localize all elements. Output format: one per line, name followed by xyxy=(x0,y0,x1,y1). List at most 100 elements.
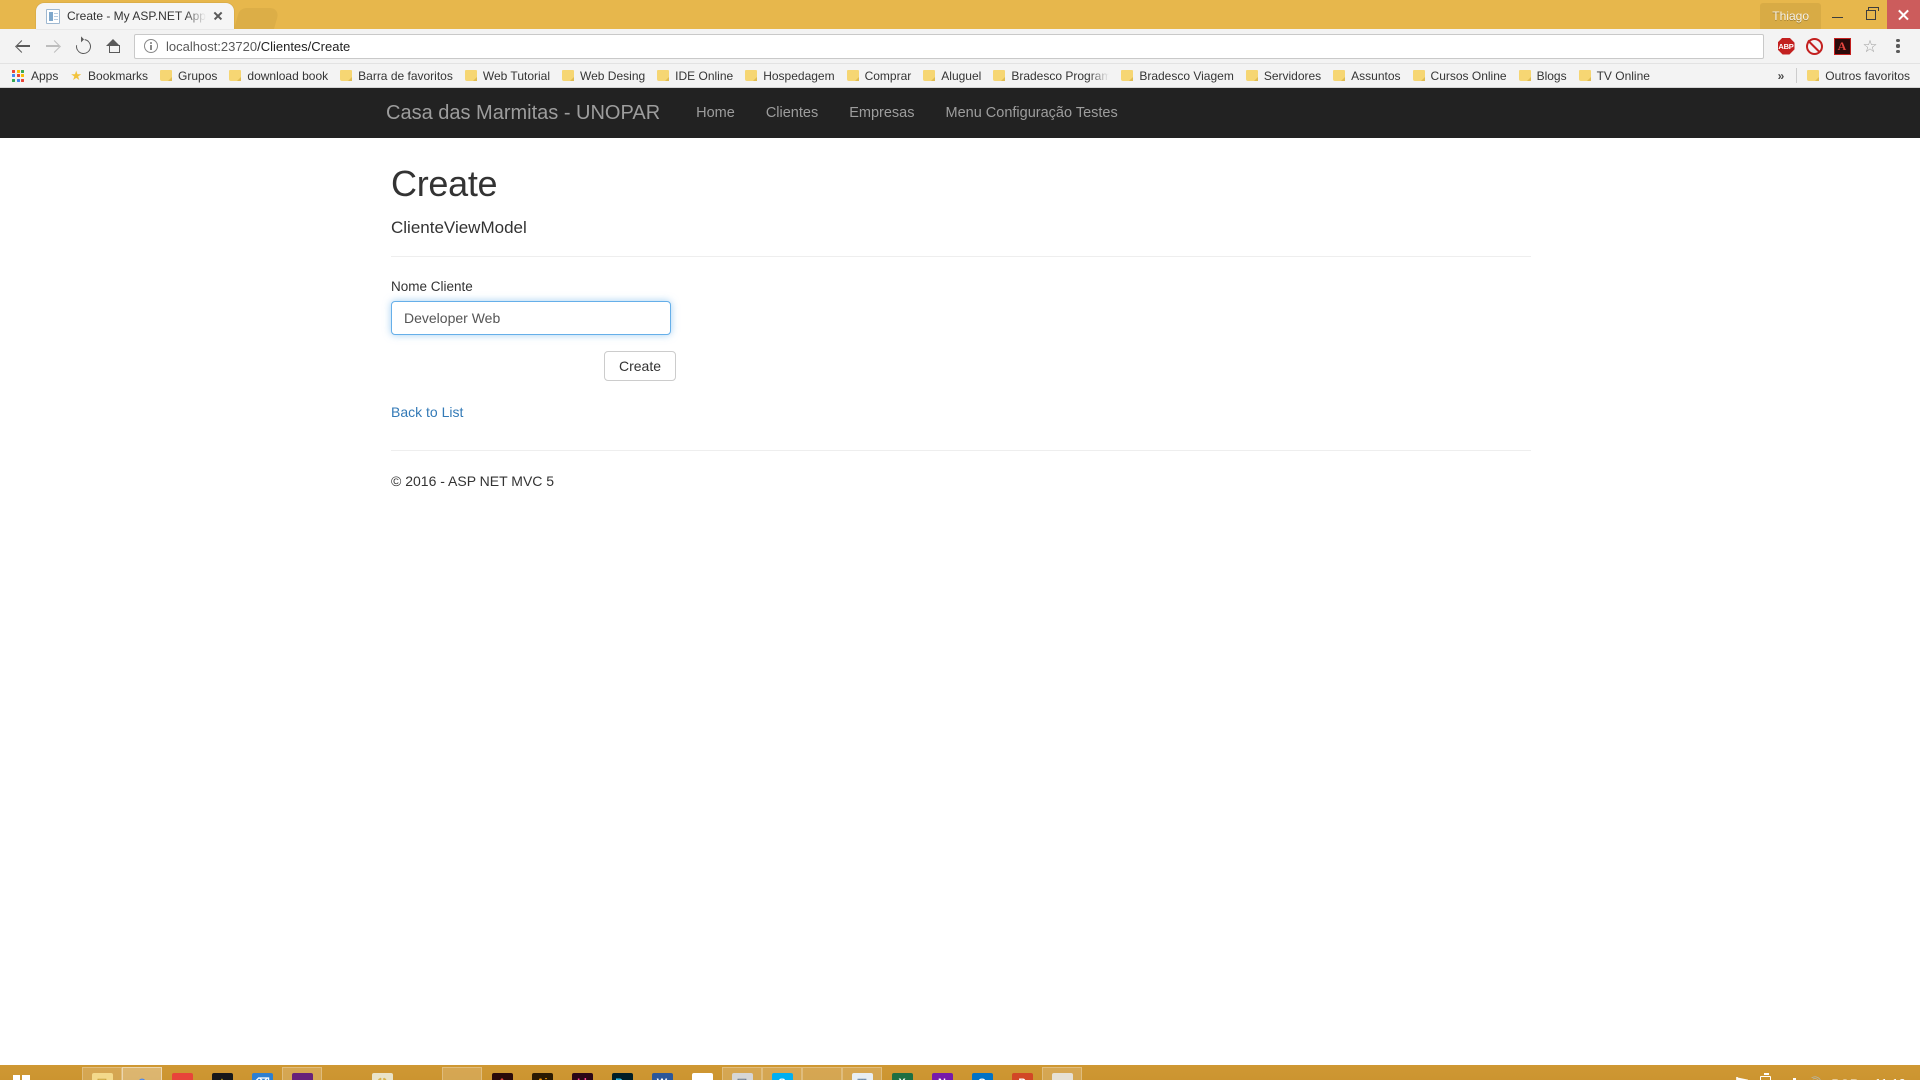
close-icon[interactable] xyxy=(210,8,226,24)
volume-icon[interactable]: 🔊 xyxy=(1805,1077,1822,1080)
folder-icon xyxy=(160,70,173,81)
network-flag-icon[interactable] xyxy=(1735,1076,1751,1080)
noscript-icon[interactable] xyxy=(1800,32,1828,60)
window-controls: Thiago xyxy=(1760,0,1920,29)
adobe-acrobat-icon[interactable]: A xyxy=(1828,32,1856,60)
nav-link-home[interactable]: Home xyxy=(696,105,735,121)
sql-tools-icon: ⚒ xyxy=(371,1073,393,1080)
taskbar-item-microsoft-powerpoint[interactable]: P xyxy=(1002,1067,1042,1080)
clock[interactable]: 11:19 xyxy=(1874,1076,1906,1080)
bookmark-item-web-desing[interactable]: Web Desing xyxy=(556,66,651,86)
taskbar-item-microsoft-outlook[interactable]: O xyxy=(962,1067,1002,1080)
taskbar-item-microsoft-word[interactable]: W xyxy=(642,1067,682,1080)
close-window-button[interactable] xyxy=(1887,0,1920,29)
monitor-app-icon: ▣ xyxy=(731,1073,753,1080)
taskbar-item-sql-tools[interactable]: ⚒ xyxy=(362,1067,402,1080)
nav-link-menu-configuracao-testes[interactable]: Menu Configuração Testes xyxy=(946,105,1118,121)
bookmark-item-tv-online[interactable]: TV Online xyxy=(1573,66,1656,86)
bookmark-item-grupos[interactable]: Grupos xyxy=(154,66,223,86)
folder-icon xyxy=(846,70,859,81)
bookmark-star-icon[interactable]: ☆ xyxy=(1856,32,1884,60)
taskbar-item-file-explorer[interactable]: ▤ xyxy=(82,1067,122,1080)
create-client-form: Nome Cliente Create xyxy=(391,279,1531,381)
bookmark-label: Blogs xyxy=(1536,68,1567,83)
address-bar-text: localhost:23720/Clientes/Create xyxy=(166,39,350,54)
start-button[interactable] xyxy=(0,1065,42,1080)
taskbar-item-powershell[interactable]: ⌫ xyxy=(242,1067,282,1080)
minimize-button[interactable] xyxy=(1821,0,1854,29)
bookmarks-overflow-button[interactable]: » xyxy=(1770,69,1793,83)
page-subtitle: ClienteViewModel xyxy=(391,218,527,237)
taskbar-item-visual-studio[interactable]: ∞ xyxy=(282,1067,322,1080)
nav-link-empresas[interactable]: Empresas xyxy=(849,105,914,121)
bookmark-item-aluguel[interactable]: Aluguel xyxy=(917,66,987,86)
user-profile-chip[interactable]: Thiago xyxy=(1760,3,1821,29)
taskbar-item-speaker-app[interactable]: ◂ xyxy=(802,1067,842,1080)
taskbar-item-microsoft-onenote[interactable]: N xyxy=(922,1067,962,1080)
bookmark-item-cursos-online[interactable]: Cursos Online xyxy=(1407,66,1513,86)
home-button[interactable] xyxy=(98,31,128,61)
taskbar-item-google-chrome[interactable]: ◉ xyxy=(122,1067,162,1080)
bookmark-item-ide-online[interactable]: IDE Online xyxy=(651,66,739,86)
taskbar-item-window-app[interactable]: ▥ xyxy=(842,1067,882,1080)
bookmark-other-favorites[interactable]: Outros favoritos xyxy=(1801,66,1916,86)
microsoft-powerpoint-icon: P xyxy=(1011,1073,1033,1080)
taskbar-item-adobe-photoshop[interactable]: Ps xyxy=(602,1067,642,1080)
app-red-icon: ● xyxy=(171,1073,193,1080)
bookmark-item-download-book[interactable]: download book xyxy=(223,66,334,86)
back-to-list-link[interactable]: Back to List xyxy=(391,404,463,420)
forward-button[interactable] xyxy=(38,31,68,61)
microsoft-word-icon: W xyxy=(651,1073,673,1080)
bookmark-apps[interactable]: Apps xyxy=(6,66,64,86)
bookmark-item-bradesco-viagem[interactable]: Bradesco Viagem xyxy=(1115,66,1240,86)
reload-button[interactable] xyxy=(68,31,98,61)
taskbar-item-paint[interactable]: ◑ xyxy=(1042,1067,1082,1080)
taskbar-item-adobe-indesign[interactable]: Id xyxy=(562,1067,602,1080)
microsoft-onenote-icon: N xyxy=(931,1073,953,1080)
taskbar-item-app-red[interactable]: ● xyxy=(162,1067,202,1080)
back-button[interactable] xyxy=(8,31,38,61)
maximize-button[interactable] xyxy=(1854,0,1887,29)
bookmark-item-comprar[interactable]: Comprar xyxy=(841,66,918,86)
bookmark-label: Web Tutorial xyxy=(482,68,551,83)
taskbar-item-adobe-acrobat[interactable]: A xyxy=(482,1067,522,1080)
bookmark-item-bookmarks[interactable]: ★ Bookmarks xyxy=(64,66,154,86)
taskbar-item-folder-app[interactable]: ■ xyxy=(442,1067,482,1080)
window-app-icon: ▥ xyxy=(851,1073,873,1080)
site-brand[interactable]: Casa das Marmitas - UNOPAR xyxy=(386,102,660,125)
folder-icon xyxy=(464,70,477,81)
info-icon[interactable] xyxy=(144,39,158,53)
new-tab-button[interactable] xyxy=(233,8,280,29)
adblock-plus-icon[interactable]: ABP xyxy=(1772,32,1800,60)
acrobat-glyph: A xyxy=(1833,37,1851,55)
taskbar-item-visual-studio-code[interactable]: ∞ xyxy=(322,1067,362,1080)
taskbar-item-app-circle-dark[interactable]: △ xyxy=(202,1067,242,1080)
taskbar-item-skype[interactable]: S xyxy=(762,1067,802,1080)
address-bar[interactable]: localhost:23720/Clientes/Create xyxy=(134,33,1764,59)
create-button[interactable]: Create xyxy=(604,351,677,381)
taskbar-item-microsoft-excel[interactable]: X xyxy=(882,1067,922,1080)
chrome-menu-button[interactable] xyxy=(1884,32,1912,60)
taskbar-item-internet-explorer[interactable]: e xyxy=(42,1067,82,1080)
folder-icon xyxy=(1412,70,1425,81)
taskbar-item-app-white-a[interactable]: a xyxy=(682,1067,722,1080)
taskbar-item-monitor-app[interactable]: ▣ xyxy=(722,1067,762,1080)
bookmark-item-assuntos[interactable]: Assuntos xyxy=(1327,66,1406,86)
maximize-icon xyxy=(1865,6,1879,20)
taskbar-item-app-globe[interactable]: ◔ xyxy=(402,1067,442,1080)
signal-bars-icon[interactable] xyxy=(1780,1077,1797,1080)
bookmark-item-web-tutorial[interactable]: Web Tutorial xyxy=(459,66,556,86)
bookmark-item-blogs[interactable]: Blogs xyxy=(1513,66,1573,86)
taskbar-item-adobe-illustrator[interactable]: Ai xyxy=(522,1067,562,1080)
site-navbar: Casa das Marmitas - UNOPAR Home Clientes… xyxy=(0,88,1920,138)
bookmark-item-bradesco-programa[interactable]: Bradesco Programa Fi xyxy=(987,66,1115,86)
nav-link-clientes[interactable]: Clientes xyxy=(766,105,818,121)
browser-tab[interactable]: Create - My ASP.NET App xyxy=(36,3,234,29)
bookmark-item-barra-de-favoritos[interactable]: Barra de favoritos xyxy=(334,66,459,86)
folder-icon xyxy=(745,70,758,81)
bookmark-item-hospedagem[interactable]: Hospedagem xyxy=(739,66,840,86)
bookmark-item-servidores[interactable]: Servidores xyxy=(1240,66,1327,86)
nome-cliente-input[interactable] xyxy=(391,301,671,335)
language-indicator[interactable]: POR xyxy=(1832,1077,1860,1080)
battery-icon[interactable] xyxy=(1760,1072,1772,1080)
